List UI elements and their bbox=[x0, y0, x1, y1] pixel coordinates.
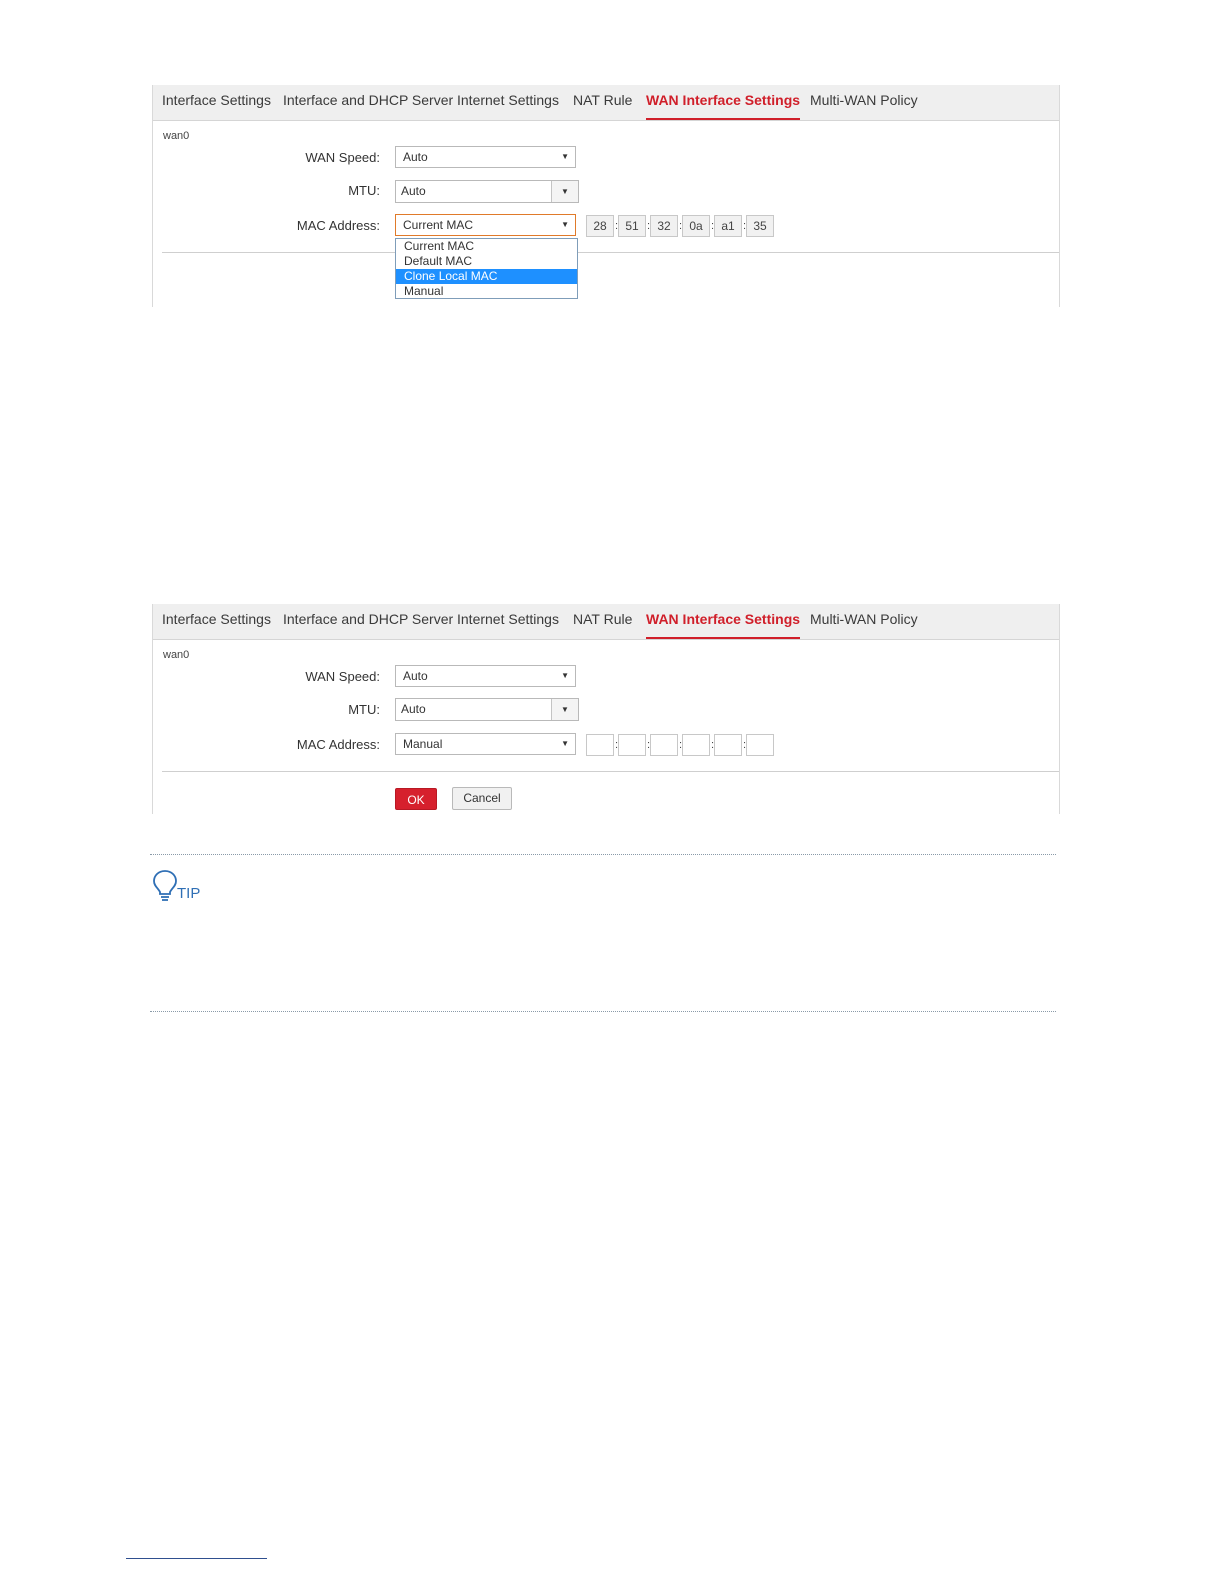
mac-octet-input-6[interactable] bbox=[746, 734, 774, 756]
ok-button[interactable]: OK bbox=[395, 788, 437, 810]
mac-address-label: MAC Address: bbox=[296, 218, 380, 233]
tab-bar: Interface Settings Interface and DHCP Se… bbox=[153, 604, 1059, 640]
interface-name: wan0 bbox=[163, 130, 190, 142]
wan-settings-panel-2: Interface Settings Interface and DHCP Se… bbox=[152, 604, 1060, 814]
cancel-button[interactable]: Cancel bbox=[452, 787, 512, 810]
mac-octet-2[interactable]: 51 bbox=[618, 215, 646, 237]
wan-speed-select[interactable]: Auto ▼ bbox=[395, 146, 576, 168]
tab-interface-settings[interactable]: Interface Settings bbox=[162, 604, 271, 637]
option-current-mac[interactable]: Current MAC bbox=[396, 239, 577, 254]
mtu-combobox[interactable]: Auto ▼ bbox=[395, 180, 579, 203]
lightbulb-icon bbox=[153, 870, 177, 901]
tip-label: TIP bbox=[177, 885, 201, 902]
mac-octet-input-5[interactable] bbox=[714, 734, 742, 756]
mac-mode-value: Manual bbox=[403, 737, 443, 751]
tab-bar: Interface Settings Interface and DHCP Se… bbox=[153, 85, 1059, 121]
footnote-rule bbox=[126, 1558, 267, 1559]
caret-down-icon: ▼ bbox=[561, 152, 569, 161]
tab-nat-rule[interactable]: NAT Rule bbox=[573, 604, 632, 637]
caret-down-icon: ▼ bbox=[561, 739, 569, 748]
option-manual[interactable]: Manual bbox=[396, 284, 577, 299]
mac-octet-input-4[interactable] bbox=[682, 734, 710, 756]
mtu-value: Auto bbox=[401, 702, 426, 716]
mac-octet-6[interactable]: 35 bbox=[746, 215, 774, 237]
tab-multi-wan-policy[interactable]: Multi-WAN Policy bbox=[810, 604, 918, 637]
tip-bottom-border bbox=[150, 1011, 1056, 1012]
tab-wan-interface-settings[interactable]: WAN Interface Settings bbox=[646, 604, 801, 639]
mac-octet-1[interactable]: 28 bbox=[586, 215, 614, 237]
option-clone-local-mac[interactable]: Clone Local MAC bbox=[396, 269, 577, 284]
mac-octet-input-1[interactable] bbox=[586, 734, 614, 756]
wan-speed-value: Auto bbox=[403, 669, 428, 683]
mtu-dropdown-button[interactable]: ▼ bbox=[551, 181, 578, 202]
tab-wan-interface-settings[interactable]: WAN Interface Settings bbox=[646, 85, 801, 120]
wan-speed-select[interactable]: Auto ▼ bbox=[395, 665, 576, 687]
mac-mode-dropdown-list: Current MAC Default MAC Clone Local MAC … bbox=[395, 238, 578, 299]
tab-interface-and-dhcp-server[interactable]: Interface and DHCP Server bbox=[283, 604, 453, 637]
mtu-label: MTU: bbox=[348, 702, 380, 717]
mac-address-label: MAC Address: bbox=[296, 737, 380, 752]
caret-down-icon: ▼ bbox=[561, 187, 569, 196]
tab-internet-settings[interactable]: Internet Settings bbox=[457, 604, 559, 637]
mac-octet-4[interactable]: 0a bbox=[682, 215, 710, 237]
section-divider bbox=[162, 252, 1059, 253]
caret-down-icon: ▼ bbox=[561, 671, 569, 680]
mtu-combobox[interactable]: Auto ▼ bbox=[395, 698, 579, 721]
mtu-dropdown-button[interactable]: ▼ bbox=[551, 699, 578, 720]
tab-interface-settings[interactable]: Interface Settings bbox=[162, 85, 271, 118]
tab-multi-wan-policy[interactable]: Multi-WAN Policy bbox=[810, 85, 918, 118]
wan-speed-value: Auto bbox=[403, 150, 428, 164]
wan-speed-label: WAN Speed: bbox=[305, 150, 380, 165]
wan-settings-panel-1: Interface Settings Interface and DHCP Se… bbox=[152, 85, 1060, 307]
option-default-mac[interactable]: Default MAC bbox=[396, 254, 577, 269]
tab-interface-and-dhcp-server[interactable]: Interface and DHCP Server bbox=[283, 85, 453, 118]
tab-internet-settings[interactable]: Internet Settings bbox=[457, 85, 559, 118]
mtu-label: MTU: bbox=[348, 183, 380, 198]
wan-speed-label: WAN Speed: bbox=[305, 669, 380, 684]
section-divider bbox=[162, 771, 1059, 772]
tip-top-border bbox=[150, 854, 1056, 855]
mac-mode-select[interactable]: Manual ▼ bbox=[395, 733, 576, 755]
caret-down-icon: ▼ bbox=[561, 220, 569, 229]
mac-octet-input-2[interactable] bbox=[618, 734, 646, 756]
mac-mode-select[interactable]: Current MAC ▼ bbox=[395, 214, 576, 236]
interface-name: wan0 bbox=[163, 649, 190, 661]
caret-down-icon: ▼ bbox=[561, 705, 569, 714]
tab-nat-rule[interactable]: NAT Rule bbox=[573, 85, 632, 118]
tip-block: TIP bbox=[152, 869, 200, 908]
mac-octet-3[interactable]: 32 bbox=[650, 215, 678, 237]
mac-octet-input-3[interactable] bbox=[650, 734, 678, 756]
mac-mode-value: Current MAC bbox=[403, 218, 474, 232]
mac-octet-5[interactable]: a1 bbox=[714, 215, 742, 237]
mtu-value: Auto bbox=[401, 184, 426, 198]
